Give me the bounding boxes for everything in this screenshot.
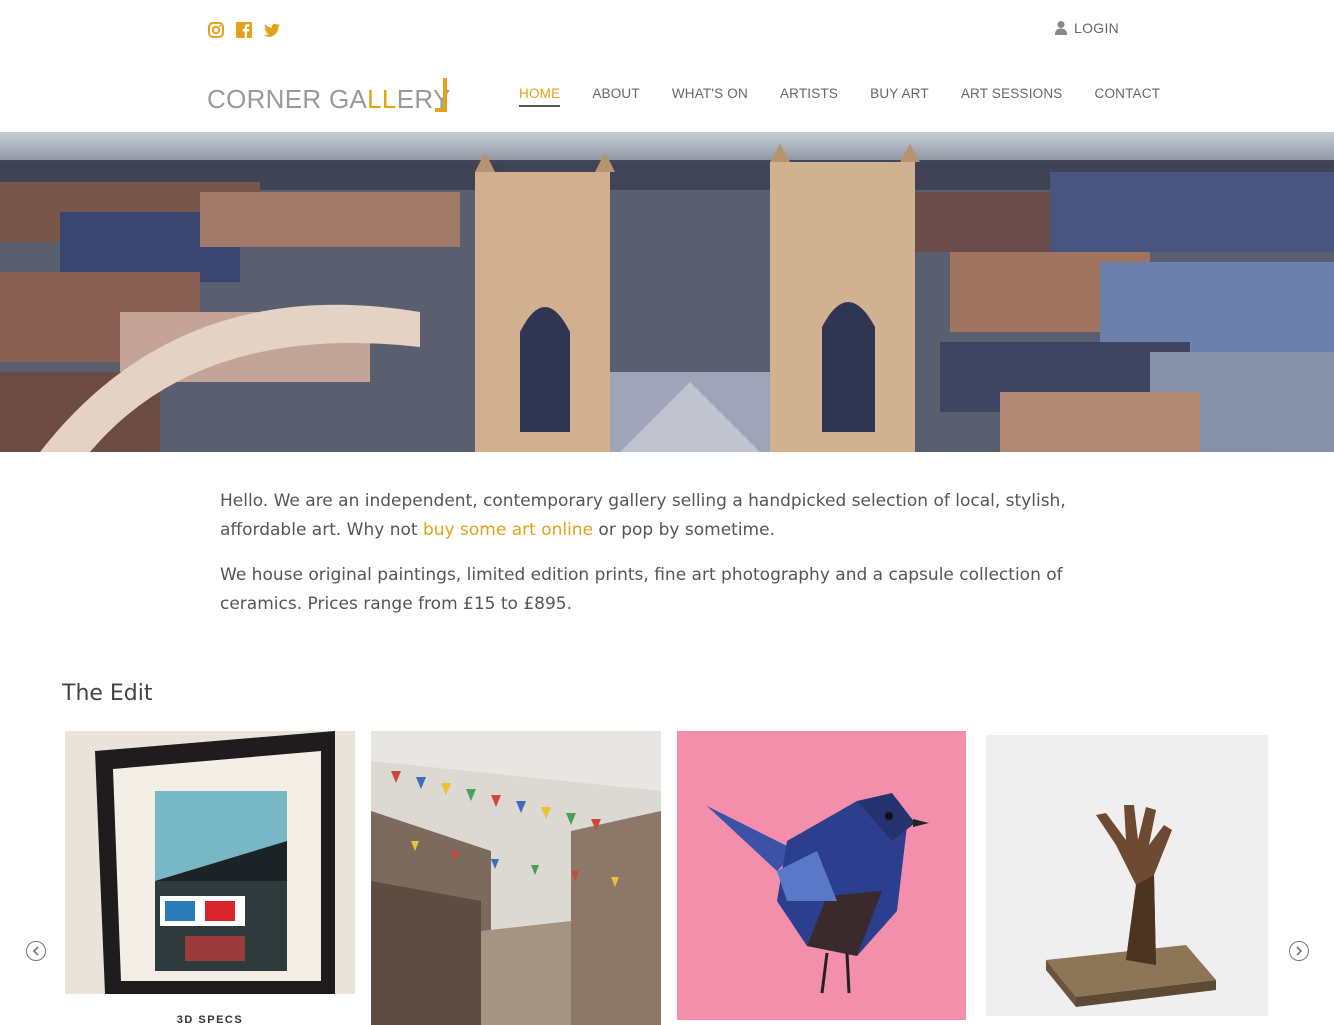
main-nav: HOME ABOUT WHAT'S ON ARTISTS BUY ART ART… [519, 86, 1160, 107]
logo-text: CORNER GALLERY [207, 84, 451, 114]
nav-whats-on[interactable]: WHAT'S ON [672, 86, 748, 107]
logo-bracket [435, 78, 447, 112]
twitter-icon[interactable] [263, 21, 281, 39]
hero-painting [0, 132, 1334, 452]
site-header: LOGIN CORNER GALLERY HOME ABOUT WHAT'S O… [0, 0, 1334, 132]
edit-item-3d-specs[interactable] [65, 731, 355, 994]
intro-paragraph-1: Hello. We are an independent, contempora… [220, 491, 1066, 540]
artwork-image [371, 731, 661, 1025]
instagram-icon[interactable] [207, 21, 225, 39]
artwork-image [677, 731, 966, 1020]
edit-section-title: The Edit [62, 681, 153, 706]
edit-item-caption: 3D SPECS [176, 1014, 244, 1025]
facebook-icon[interactable] [235, 21, 253, 39]
intro-text: Hello. We are an independent, contempora… [220, 487, 1120, 635]
artwork-image [65, 731, 355, 994]
edit-item-bunting-street[interactable] [371, 731, 661, 1025]
nav-art-sessions[interactable]: ART SESSIONS [961, 86, 1063, 107]
chevron-left-icon [32, 946, 39, 956]
buy-art-online-link[interactable]: buy some art online [423, 520, 593, 540]
nav-contact[interactable]: CONTACT [1095, 86, 1161, 107]
nav-home[interactable]: HOME [519, 86, 561, 107]
login-link[interactable]: LOGIN [1054, 20, 1119, 36]
carousel-next-button[interactable] [1289, 941, 1309, 961]
carousel-prev-button[interactable] [26, 941, 46, 961]
nav-artists[interactable]: ARTISTS [780, 86, 838, 107]
social-links [207, 21, 281, 39]
site-logo[interactable]: CORNER GALLERY [207, 76, 451, 114]
user-icon [1055, 21, 1067, 35]
edit-item-hand-sculpture[interactable] [986, 735, 1268, 1016]
nav-buy-art[interactable]: BUY ART [870, 86, 929, 107]
artwork-image [986, 735, 1268, 1016]
nav-about[interactable]: ABOUT [592, 86, 640, 107]
edit-item-blue-bird[interactable] [677, 731, 966, 1020]
login-label: LOGIN [1074, 20, 1120, 36]
chevron-right-icon [1296, 946, 1303, 956]
intro-paragraph-2: We house original paintings, limited edi… [220, 565, 1063, 614]
